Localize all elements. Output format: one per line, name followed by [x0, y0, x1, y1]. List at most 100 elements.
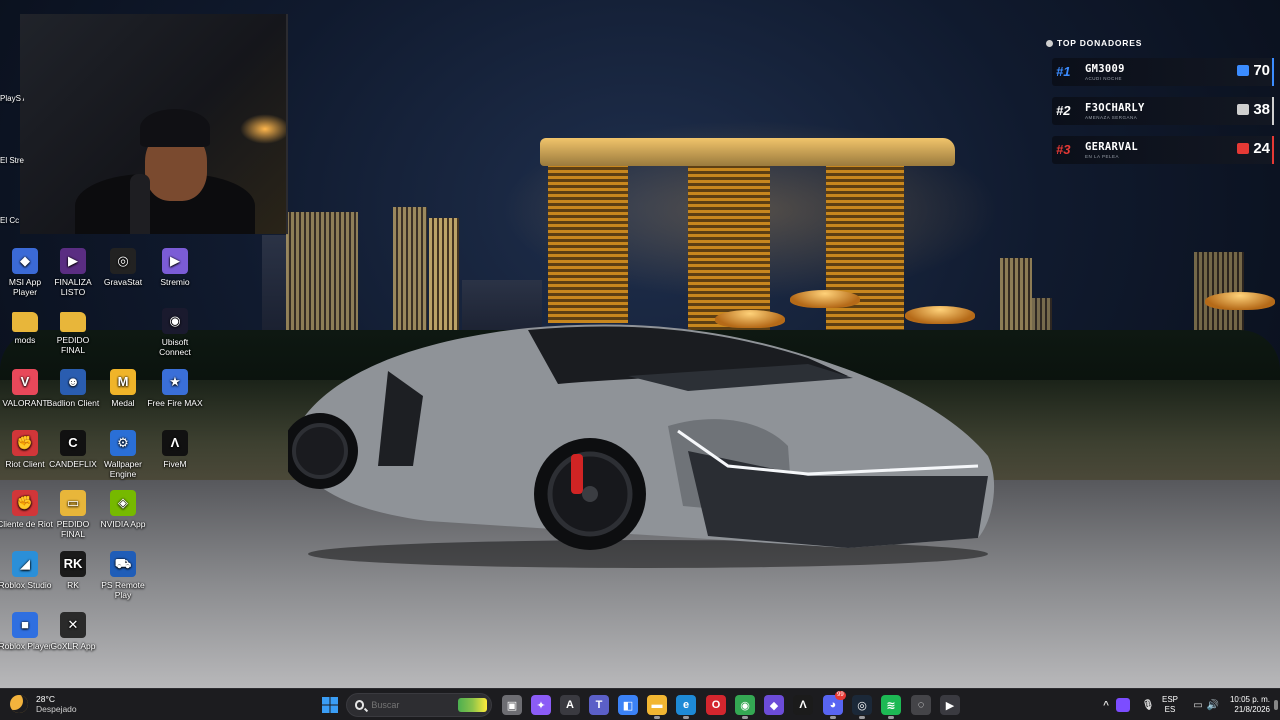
desktop-icon-label: GoXLR App: [50, 641, 96, 651]
desktop-icon[interactable]: ⛟ PS Remote Play: [95, 551, 151, 600]
hotel-tower: [826, 160, 904, 335]
running-indicator: [830, 716, 836, 719]
nvidia-icon: ◈: [110, 490, 136, 516]
spotify-icon[interactable]: ≋: [881, 695, 901, 715]
tray-app-icon[interactable]: [1116, 698, 1130, 712]
file-explorer-icon[interactable]: ▬: [647, 695, 667, 715]
desktop-icon[interactable]: Λ FiveM: [147, 430, 203, 469]
top-donors-panel: TOP DONADORES #1 GM3009 ACUDI NOCHE 70 #…: [1046, 38, 1274, 170]
weather-condition: Despejado: [36, 704, 77, 714]
donor-rank: #2: [1056, 103, 1071, 118]
ps-remote-play-icon: ⛟: [110, 551, 136, 577]
desktop-icon[interactable]: C CANDEFLIX: [45, 430, 101, 469]
desktop-icon[interactable]: ◎ GravaStat: [95, 248, 151, 287]
desktop-icon-label: NVIDIA App: [100, 519, 146, 529]
msi-app-player-icon: ◆: [12, 248, 38, 274]
notification-bell-icon[interactable]: [1274, 700, 1278, 710]
task-view-icon[interactable]: ▣: [502, 695, 522, 715]
donor-rank: #3: [1056, 142, 1071, 157]
desktop-icon[interactable]: ✕ GoXLR App: [45, 612, 101, 651]
desktop-icon-label: PEDIDO FINAL: [56, 335, 90, 355]
donor-amount: 24: [1237, 140, 1270, 157]
partial-icon-label[interactable]: PlayS Acce: [0, 94, 24, 104]
folder-icon: [12, 312, 38, 332]
desktop-icon[interactable]: ★ Free Fire MAX: [147, 369, 203, 408]
app-icon-circle[interactable]: ◌: [911, 695, 931, 715]
microphone-icon[interactable]: 🎙: [1138, 695, 1158, 715]
chrome-icon[interactable]: ◉: [735, 695, 755, 715]
desktop-icon[interactable]: ▶ FINALIZA LISTO: [45, 248, 101, 297]
desktop-icon[interactable]: ◉ Ubisoft Connect: [147, 308, 203, 357]
riot-client-icon: ✊: [12, 490, 38, 516]
teams-icon[interactable]: T: [589, 695, 609, 715]
edge-icon[interactable]: e: [676, 695, 696, 715]
copilot-icon[interactable]: ✦: [531, 695, 551, 715]
taskbar-search[interactable]: [346, 693, 492, 717]
archive-icon: ▭: [60, 490, 86, 516]
donor-name: GERARVAL: [1085, 141, 1138, 153]
medal-icon: M: [110, 369, 136, 395]
running-indicator: [742, 716, 748, 719]
gift-icon: [1237, 104, 1250, 115]
app-icon-purple[interactable]: ◆: [764, 695, 784, 715]
fivem-icon: Λ: [162, 430, 188, 456]
desktop-icon-label: GravaStat: [103, 277, 143, 287]
donors-title: TOP DONADORES: [1046, 38, 1142, 48]
fivem-taskbar-icon[interactable]: Λ: [793, 695, 813, 715]
taskbar: 28°C Despejado ▣✦AT◧▬eO◉◆Λ◕99◎≋◌▶ ^ 🎙 ES…: [0, 688, 1280, 720]
donor-accent-bar: [1272, 97, 1274, 125]
gift-icon: [1237, 143, 1250, 154]
running-indicator: [683, 716, 689, 719]
background-building: [262, 235, 288, 335]
running-indicator: [859, 716, 865, 719]
donor-subtitle: ACUDI NOCHE: [1085, 76, 1123, 81]
running-indicator: [654, 716, 660, 719]
wallpaper-engine-icon: ⚙: [110, 430, 136, 456]
volume-icon[interactable]: 🔊: [1203, 695, 1223, 715]
keyboard-layout: ES: [1164, 705, 1176, 714]
weather-temperature: 28°C: [36, 694, 55, 704]
discord-notification-badge: 99: [835, 691, 846, 700]
donor-subtitle: EN LA PELEA: [1085, 154, 1120, 159]
donor-amount-value: 38: [1253, 101, 1270, 118]
desktop-icon[interactable]: ▭ PEDIDO FINAL: [45, 490, 101, 539]
show-hidden-icons-chevron-icon[interactable]: ^: [1096, 695, 1116, 715]
steam-icon[interactable]: ◎: [852, 695, 872, 715]
desktop-icon[interactable]: ▶ Stremio: [147, 248, 203, 287]
desktop-icon[interactable]: ⚙ Wallpaper Engine: [95, 430, 151, 479]
donor-subtitle: AMENAZA SERGANA: [1085, 115, 1138, 120]
desktop-icon-label: PS Remote Play: [101, 580, 145, 600]
donor-amount: 38: [1237, 101, 1270, 118]
weather-widget[interactable]: 28°C Despejado: [10, 694, 77, 714]
ubisoft-icon: ◉: [162, 308, 188, 334]
partial-icon-label[interactable]: El Cc: [0, 216, 24, 226]
language-indicator[interactable]: ESP ES: [1161, 695, 1179, 715]
desktop-icon[interactable]: RK RK: [45, 551, 101, 590]
desktop-icon[interactable]: ◈ NVIDIA App: [95, 490, 151, 529]
hotel-tower: [548, 158, 628, 323]
donor-name: GM3009: [1085, 63, 1125, 75]
partial-icon-label[interactable]: El Strea: [0, 156, 24, 166]
donor-row: #2 F3OCHARLY AMENAZA SERGANA 38: [1052, 97, 1274, 125]
start-button[interactable]: [320, 695, 340, 715]
opera-icon[interactable]: O: [706, 695, 726, 715]
store-icon[interactable]: ◧: [618, 695, 638, 715]
search-input[interactable]: [371, 700, 452, 710]
microphone: [130, 174, 150, 234]
media-player-icon[interactable]: ▶: [940, 695, 960, 715]
desktop-icon[interactable]: PEDIDO FINAL: [45, 308, 101, 355]
moon-icon: [10, 695, 28, 713]
candeflix-icon: C: [60, 430, 86, 456]
desktop-icon-label: Ubisoft Connect: [159, 337, 191, 357]
valorant-icon: V: [12, 369, 38, 395]
donors-title-text: TOP DONADORES: [1057, 38, 1143, 48]
app-icon-a[interactable]: A: [560, 695, 580, 715]
donor-amount-value: 70: [1253, 62, 1270, 79]
hotel-tower: [688, 158, 770, 333]
video-file-icon: ▶: [60, 248, 86, 274]
sports-car: [288, 324, 995, 568]
webcam-overlay: [20, 14, 288, 234]
clock[interactable]: 10:05 p. m. 21/8/2026: [1224, 695, 1270, 715]
desktop-icon[interactable]: M Medal: [95, 369, 151, 408]
desktop-icon[interactable]: ☻ Badlion Client: [45, 369, 101, 408]
